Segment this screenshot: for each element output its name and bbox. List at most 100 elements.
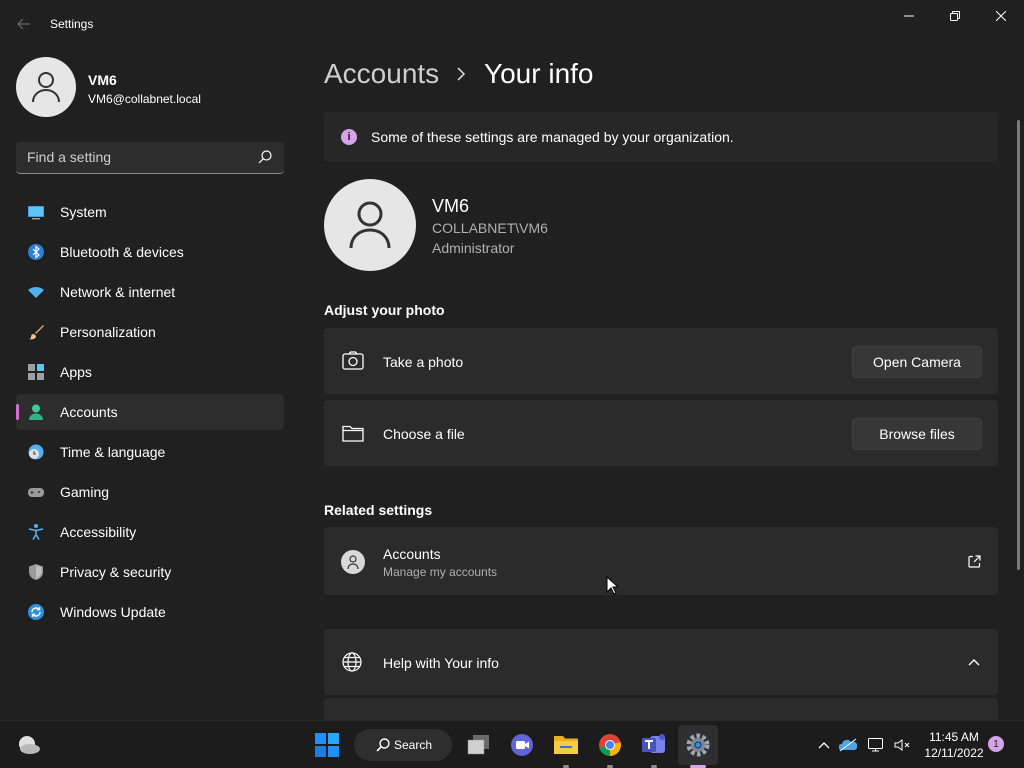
- settings-taskbar-button[interactable]: [684, 731, 712, 759]
- chrome-button[interactable]: [596, 731, 624, 759]
- scrollbar[interactable]: [1017, 120, 1020, 570]
- section-heading-related: Related settings: [324, 502, 433, 518]
- close-button[interactable]: [978, 0, 1024, 32]
- breadcrumb-parent[interactable]: Accounts: [324, 58, 439, 90]
- sidebar-item-label: Gaming: [60, 484, 110, 500]
- network-tray-button[interactable]: [864, 731, 888, 759]
- wifi-icon: [28, 287, 44, 298]
- help-label: Help with Your info: [383, 655, 499, 671]
- user-role: Administrator: [432, 240, 515, 256]
- teams-chat-button[interactable]: [508, 731, 536, 759]
- org-managed-banner: i Some of these settings are managed by …: [324, 112, 998, 162]
- related-accounts-link[interactable]: Accounts Manage my accounts: [324, 527, 998, 595]
- chevron-up-icon: [818, 742, 830, 749]
- user-name: VM6: [432, 196, 470, 216]
- back-arrow-icon[interactable]: [12, 12, 36, 36]
- person-icon: [349, 201, 391, 249]
- sidebar-item-label: Personalization: [60, 324, 156, 340]
- user-avatar: [324, 179, 416, 271]
- chevron-right-icon: [457, 67, 466, 81]
- sidebar-item-windows-update[interactable]: Windows Update: [16, 594, 284, 630]
- shield-icon: [29, 564, 43, 580]
- weather-icon[interactable]: [14, 731, 42, 759]
- mouse-cursor-icon: [606, 576, 618, 595]
- teams-button[interactable]: [640, 731, 668, 759]
- gamepad-icon: [28, 488, 44, 497]
- user-domain: COLLABNET\VM6: [432, 220, 548, 236]
- globe-icon: [342, 652, 362, 672]
- volume-muted-icon: [894, 739, 910, 751]
- choose-file-card: Choose a file Browse files: [324, 400, 998, 466]
- clock-time[interactable]: 11:45 AM: [924, 730, 984, 744]
- accessibility-icon: [28, 524, 44, 540]
- taskbar: Search 11:45 AM 12/11/2022 1: [0, 720, 1024, 768]
- sidebar-item-label: Apps: [60, 364, 92, 380]
- related-accounts-sub: Manage my accounts: [383, 565, 498, 579]
- banner-text: Some of these settings are managed by yo…: [371, 129, 734, 145]
- windows-logo-icon: [315, 733, 339, 757]
- minimize-button[interactable]: [886, 0, 932, 32]
- person-icon: [29, 404, 43, 420]
- sidebar-item-system[interactable]: System: [16, 194, 284, 230]
- open-camera-button[interactable]: Open Camera: [852, 346, 982, 378]
- start-button[interactable]: [313, 731, 341, 759]
- title-bar: Settings: [0, 0, 1024, 48]
- sidebar-item-accessibility[interactable]: Accessibility: [16, 514, 284, 550]
- clock-date[interactable]: 12/11/2022: [924, 746, 984, 760]
- minimize-icon: [904, 15, 914, 17]
- external-link-icon: [968, 555, 981, 568]
- sidebar-item-label: Windows Update: [60, 604, 166, 620]
- task-view-button[interactable]: [465, 731, 493, 759]
- sidebar-item-label: Network & internet: [60, 284, 176, 300]
- profile-name: VM6: [88, 72, 117, 88]
- onedrive-icon: [839, 738, 857, 752]
- folder-icon: [342, 425, 364, 442]
- search-input[interactable]: [27, 142, 252, 172]
- sidebar-item-privacy[interactable]: Privacy & security: [16, 554, 284, 590]
- taskbar-search-label: Search: [394, 738, 433, 752]
- notification-badge[interactable]: 1: [988, 736, 1004, 752]
- profile-avatar[interactable]: [16, 57, 76, 117]
- gear-icon: [686, 733, 710, 757]
- page-title: Your info: [484, 58, 594, 89]
- browse-files-button[interactable]: Browse files: [852, 418, 982, 450]
- sidebar-item-label: Accessibility: [60, 524, 137, 540]
- person-icon: [341, 550, 365, 574]
- chrome-icon: [599, 734, 621, 756]
- help-expander[interactable]: Help with Your info: [324, 629, 998, 695]
- close-icon: [996, 11, 1006, 21]
- info-icon: i: [341, 129, 357, 145]
- taskbar-search[interactable]: Search: [354, 729, 452, 761]
- restore-icon: [950, 11, 960, 21]
- sidebar-item-label: System: [60, 204, 107, 220]
- volume-tray-button[interactable]: [890, 731, 914, 759]
- app-title: Settings: [50, 17, 94, 31]
- sidebar-item-time-language[interactable]: Time & language: [16, 434, 284, 470]
- choose-file-label: Choose a file: [383, 426, 465, 442]
- help-content-panel: [324, 698, 998, 720]
- file-explorer-button[interactable]: [552, 731, 580, 759]
- camera-icon: [342, 351, 364, 370]
- sidebar-item-apps[interactable]: Apps: [16, 354, 284, 390]
- restore-button[interactable]: [932, 0, 978, 32]
- sidebar-item-label: Time & language: [60, 444, 166, 460]
- update-icon: [28, 604, 44, 620]
- sidebar-item-personalization[interactable]: Personalization: [16, 314, 284, 350]
- profile-email: VM6@collabnet.local: [88, 92, 201, 106]
- take-photo-label: Take a photo: [383, 354, 464, 370]
- search-box[interactable]: [16, 142, 284, 174]
- sidebar-item-gaming[interactable]: Gaming: [16, 474, 284, 510]
- onedrive-tray-button[interactable]: [836, 731, 860, 759]
- show-hidden-icons-button[interactable]: [812, 731, 836, 759]
- section-heading-adjust-photo: Adjust your photo: [324, 302, 445, 318]
- sidebar-item-accounts[interactable]: Accounts: [16, 394, 284, 430]
- search-icon: [376, 738, 390, 752]
- brush-icon: [29, 325, 44, 340]
- sidebar-item-label: Privacy & security: [60, 564, 172, 580]
- clock-globe-icon: [28, 444, 44, 460]
- sidebar-item-bluetooth[interactable]: Bluetooth & devices: [16, 234, 284, 270]
- sidebar-item-network[interactable]: Network & internet: [16, 274, 284, 310]
- network-icon: [868, 738, 883, 752]
- bluetooth-icon: [28, 244, 44, 260]
- chevron-up-icon: [968, 659, 980, 666]
